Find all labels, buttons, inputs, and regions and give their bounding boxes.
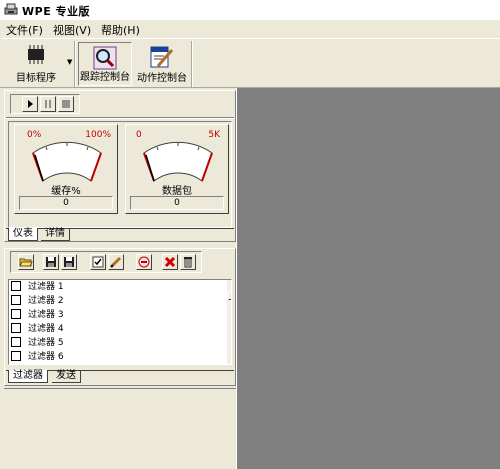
floppy-disk-icon [46, 257, 56, 267]
save-as-button[interactable] [61, 254, 77, 270]
on-off-icon [138, 256, 150, 268]
pane-splitter[interactable] [236, 88, 238, 469]
buffer-gauge: 0% 100% 缓存% 0 [14, 124, 118, 214]
scroll-up-icon[interactable]: ▲ [227, 280, 231, 292]
edit-button[interactable] [108, 254, 124, 270]
dropdown-arrow-icon[interactable]: ▼ [67, 58, 72, 66]
action-console-button[interactable]: 动作控制台 [135, 42, 189, 86]
menu-file[interactable]: 文件(F) [6, 22, 43, 38]
buffer-gauge-caption: 缓存% [51, 186, 81, 197]
menu-view[interactable]: 视图(V) [53, 22, 91, 38]
checklist-icon [92, 256, 104, 268]
toolbar: 目标程序 ▼ 跟踪控制台 动作控制台 [0, 38, 500, 88]
chip-icon [28, 45, 44, 64]
list-item[interactable]: 过滤器 4 [11, 322, 64, 336]
filter-checkbox[interactable] [11, 322, 21, 333]
filter-label: 过滤器 1 [28, 282, 64, 292]
red-x-icon [164, 256, 176, 268]
tab-send[interactable]: 发送 [52, 370, 81, 383]
list-item[interactable]: 过滤器 3 [11, 308, 64, 322]
buffer-gauge-value: 0 [19, 196, 113, 210]
filter-label: 过滤器 5 [28, 338, 64, 348]
target-program-label: 目标程序 [16, 73, 56, 84]
delete-button[interactable] [162, 254, 178, 270]
folder-open-icon [19, 258, 33, 267]
toolbar-separator [74, 41, 76, 87]
play-icon [28, 100, 33, 108]
editor-pen-icon [150, 46, 174, 68]
filter-checkbox[interactable] [11, 294, 21, 305]
list-item[interactable]: 过滤器 6 [11, 350, 64, 364]
app-icon [4, 3, 18, 15]
target-program-button[interactable]: 目标程序 [8, 42, 64, 86]
list-item[interactable]: 过滤器 1 [11, 280, 64, 294]
list-item[interactable]: 过滤器 5 [11, 336, 64, 350]
filter-checkbox[interactable] [11, 308, 21, 319]
play-button[interactable] [22, 96, 38, 112]
packets-gauge: 0 5K 数据包 0 [125, 124, 229, 214]
workspace-area [238, 88, 500, 469]
pause-icon [45, 100, 51, 108]
open-button[interactable] [18, 254, 34, 270]
action-console-label: 动作控制台 [137, 73, 187, 84]
filter-label: 过滤器 6 [28, 352, 64, 362]
toolbar-separator [191, 41, 193, 87]
packets-gauge-caption: 数据包 [162, 186, 192, 197]
floppy-disk-icon [64, 257, 74, 267]
filter-toggle-button[interactable] [136, 254, 152, 270]
empty-pane [4, 388, 236, 469]
tab-details[interactable]: 详情 [41, 228, 70, 241]
menu-help[interactable]: 帮助(H) [101, 22, 140, 38]
tab-gauges[interactable]: 仪表 [8, 228, 38, 241]
filter-scrollbar[interactable]: ▲ ▼ [227, 280, 231, 364]
check-edit-button[interactable] [90, 254, 106, 270]
filter-checkbox[interactable] [11, 336, 21, 347]
trace-console-label: 跟踪控制台 [80, 72, 130, 83]
divider [6, 117, 234, 119]
save-button[interactable] [43, 254, 59, 270]
filter-checkbox[interactable] [11, 350, 21, 361]
filter-label: 过滤器 3 [28, 310, 64, 320]
filter-label: 过滤器 4 [28, 324, 64, 334]
scroll-thumb[interactable] [228, 292, 231, 300]
trash-button[interactable] [180, 254, 196, 270]
list-item[interactable]: 过滤器 2 [11, 294, 64, 308]
packets-gauge-dial [143, 141, 213, 182]
filter-checkbox[interactable] [11, 280, 21, 291]
stop-button[interactable] [58, 96, 74, 112]
trace-console-button[interactable]: 跟踪控制台 [78, 42, 132, 86]
pencil-icon [109, 256, 122, 269]
tab-filters[interactable]: 过滤器 [8, 370, 48, 383]
title-bar: WPE 专业版 [0, 0, 500, 20]
trash-icon [184, 257, 192, 268]
pause-button[interactable] [40, 96, 56, 112]
packets-gauge-value: 0 [130, 196, 224, 210]
filter-list[interactable]: 过滤器 1 过滤器 2 过滤器 3 过滤器 4 过滤器 5 过滤器 6 ▲ ▼ [8, 279, 232, 365]
filter-label: 过滤器 2 [28, 296, 64, 306]
menu-bar: 文件(F) 视图(V) 帮助(H) [0, 20, 500, 38]
window-title: WPE 专业版 [22, 5, 91, 18]
stop-icon [62, 100, 70, 108]
scroll-down-icon[interactable]: ▼ [227, 352, 231, 364]
buffer-gauge-dial [32, 141, 102, 182]
